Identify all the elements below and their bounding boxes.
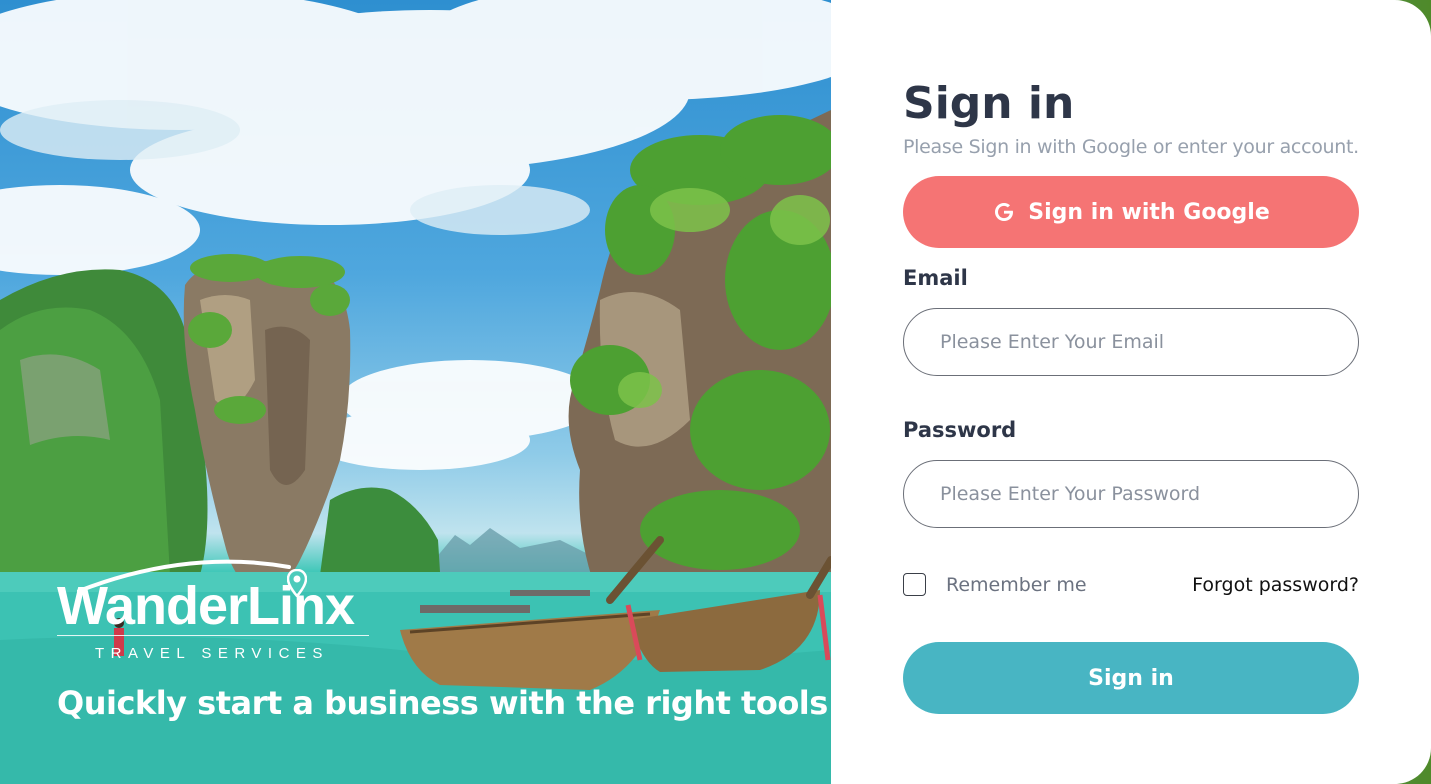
password-field[interactable]	[903, 460, 1359, 528]
password-label: Password	[903, 418, 1017, 442]
brand-divider	[57, 635, 369, 636]
brand-name: WanderLinx	[57, 576, 355, 636]
hero-scene-image	[0, 0, 831, 784]
forgot-password-link[interactable]: Forgot password?	[1192, 574, 1359, 596]
remember-me[interactable]: Remember me	[903, 573, 1087, 596]
email-field[interactable]	[903, 308, 1359, 376]
signin-button[interactable]: Sign in	[903, 642, 1359, 714]
remember-me-label: Remember me	[946, 573, 1087, 596]
email-label: Email	[903, 266, 968, 290]
hero-tagline: Quickly start a business with the right …	[57, 684, 831, 722]
page-title: Sign in	[903, 78, 1075, 129]
remember-me-checkbox[interactable]	[903, 573, 926, 596]
signin-panel: Sign in Please Sign in with Google or en…	[831, 0, 1431, 784]
google-signin-label: Sign in with Google	[1028, 199, 1270, 225]
google-g-icon	[995, 203, 1014, 221]
page-subtitle: Please Sign in with Google or enter your…	[903, 136, 1359, 158]
google-signin-button[interactable]: Sign in with Google	[903, 176, 1359, 248]
location-pin-icon	[287, 569, 307, 597]
hero-panel: WanderLinx TRAVEL SERVICES Quickly start…	[0, 0, 831, 784]
brand-subtitle: TRAVEL SERVICES	[95, 645, 329, 662]
